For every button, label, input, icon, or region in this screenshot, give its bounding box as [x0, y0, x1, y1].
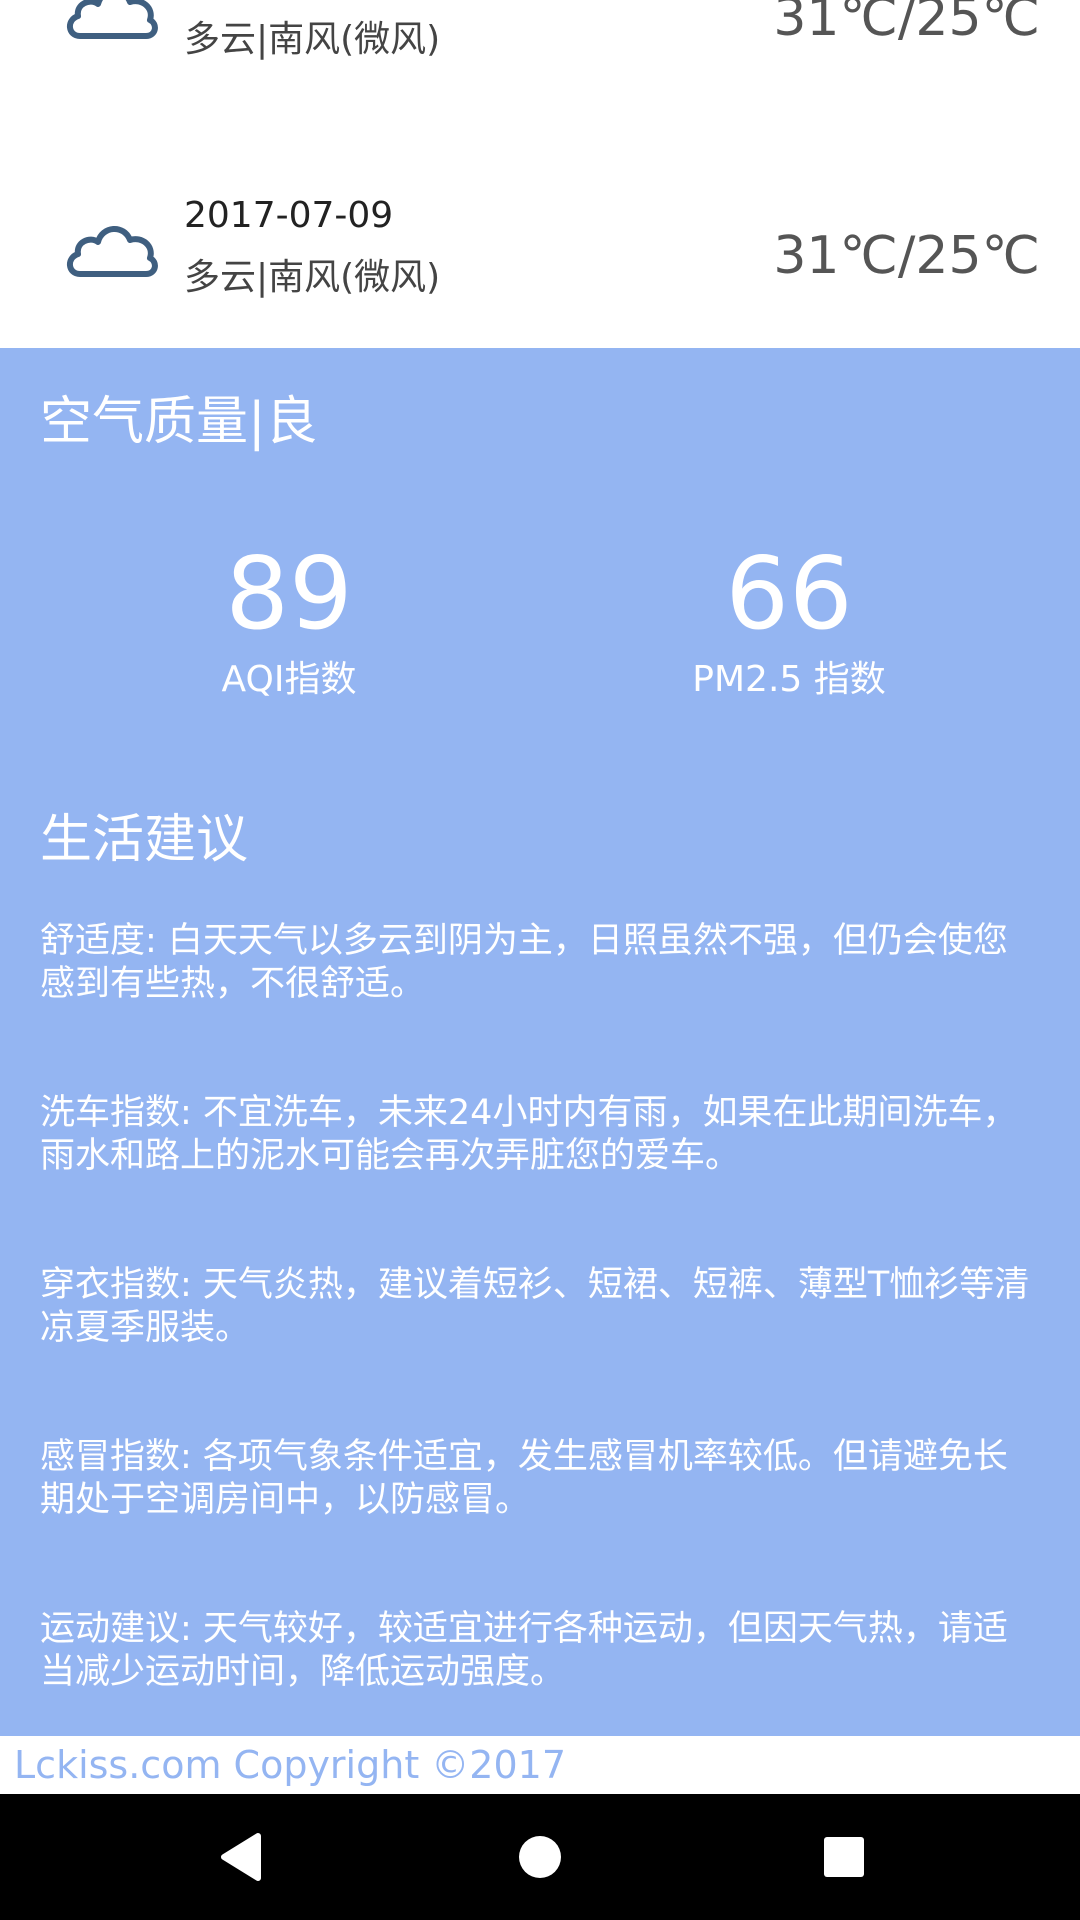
- flu-suggestion: 感冒指数: 各项气象条件适宜，发生感冒机率较低。但请避免长期处于空调房间中，以防…: [40, 1437, 1008, 1520]
- forecast-temperature: 31℃/25℃: [773, 226, 1040, 286]
- forecast-item: 2017-07-09 多云|南风(微风) 31℃/25℃: [0, 168, 1080, 318]
- comfort-suggestion: 舒适度: 白天天气以多云到阴为主，日照虽然不强，但仍会使您感到有些热，不很舒适。: [40, 921, 1008, 1004]
- home-button[interactable]: [505, 1822, 575, 1892]
- back-button[interactable]: [205, 1822, 275, 1892]
- pm25-label: PM2.5 指数: [692, 659, 886, 700]
- aqi-metric: 89 AQI指数: [89, 538, 489, 702]
- aqi-label: AQI指数: [221, 659, 357, 700]
- forecast-description: 多云|南风(微风): [184, 257, 441, 298]
- pm25-metric: 66 PM2.5 指数: [589, 538, 989, 702]
- footer: Lckiss.com Copyright ©2017: [0, 1736, 1080, 1794]
- forecast-item: 2017-07-08 多云|南风(微风) 31℃/25℃: [0, 0, 1080, 80]
- recents-square-icon: [824, 1837, 864, 1877]
- navigation-bar: [0, 1794, 1080, 1920]
- cloud-icon: [67, 0, 158, 39]
- forecast-list: 2017-07-08 多云|南风(微风) 31℃/25℃ 2017-07-09 …: [0, 0, 1080, 348]
- home-circle-icon: [519, 1836, 561, 1878]
- back-triangle-icon: [221, 1833, 261, 1881]
- forecast-date: 2017-07-09: [184, 195, 394, 236]
- copyright-text: Lckiss.com Copyright ©2017: [14, 1743, 567, 1787]
- life-advice-title: 生活建议: [40, 810, 249, 870]
- aqi-value: 89: [225, 535, 353, 652]
- car-wash-suggestion: 洗车指数: 不宜洗车，未来24小时内有雨，如果在此期间洗车，雨水和路上的泥水可能…: [40, 1093, 1018, 1176]
- forecast-description: 多云|南风(微风): [184, 19, 441, 60]
- recents-button[interactable]: [809, 1822, 879, 1892]
- dressing-suggestion: 穿衣指数: 天气炎热，建议着短衫、短裙、短裤、薄型T恤衫等清凉夏季服装。: [40, 1265, 1030, 1348]
- info-panel: 空气质量|良 89 AQI指数 66 PM2.5 指数 生活建议 舒适度: 白天…: [0, 348, 1080, 1736]
- cloud-icon: [67, 226, 158, 277]
- air-quality-title: 空气质量|良: [40, 392, 318, 452]
- pm25-value: 66: [725, 535, 853, 652]
- sport-suggestion: 运动建议: 天气较好，较适宜进行各种运动，但因天气热，请适当减少运动时间，降低运…: [40, 1609, 1008, 1692]
- forecast-temperature: 31℃/25℃: [773, 0, 1040, 48]
